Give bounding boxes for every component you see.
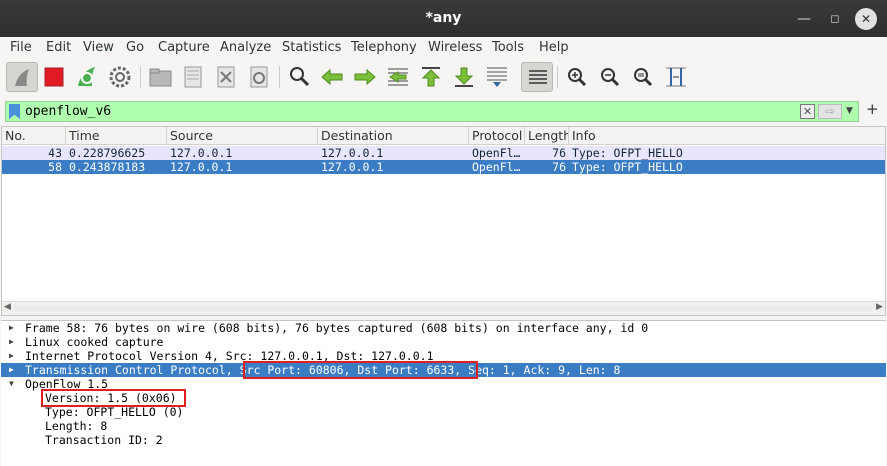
display-filter-input[interactable]: openflow_v6 ✕ ⇨ ▼ [5,101,859,122]
highlight-box-ports [243,361,478,379]
column-header-info[interactable]: Info [569,127,885,145]
toolbar-separator [140,66,141,88]
cell-protocol: OpenFl… [472,146,521,160]
close-icon[interactable]: ✕ [855,8,877,30]
toolbar-separator [557,66,558,88]
expand-arrow-icon[interactable]: ▶ [9,321,14,335]
expand-arrow-icon[interactable]: ▶ [9,363,14,377]
menu-capture[interactable]: Capture [158,40,210,55]
menu-wireless[interactable]: Wireless [428,40,482,55]
find-packet-icon[interactable] [285,63,313,91]
autoscroll-icon[interactable] [483,63,511,91]
clear-filter-icon[interactable]: ✕ [800,104,815,119]
cell-no: 43 [48,146,62,160]
column-header-protocol[interactable]: Protocol [469,127,525,145]
zoom-in-icon[interactable] [563,63,591,91]
cell-time: 0.228796625 [69,146,146,160]
normal-size-icon[interactable] [629,63,657,91]
filter-text[interactable]: openflow_v6 [25,104,111,119]
close-file-icon[interactable] [212,63,240,91]
column-header-length[interactable]: Length [525,127,569,145]
tcp-prefix: Transmission Control Protocol, [25,363,240,377]
cell-destination: 127.0.0.1 [321,160,384,174]
menu-analyze[interactable]: Analyze [220,40,271,55]
table-row-selected[interactable]: 58 0.243878183 127.0.0.1 127.0.0.1 OpenF… [2,160,885,174]
scrollbar-thumb[interactable] [14,305,872,312]
menu-go[interactable]: Go [126,40,144,55]
title-bar: *any — ◻ ✕ [0,0,887,37]
cell-source: 127.0.0.1 [170,146,233,160]
scroll-right-icon[interactable]: ▶ [876,302,883,312]
chevron-down-icon[interactable]: ▼ [846,106,853,116]
main-toolbar [0,58,887,96]
go-forward-icon[interactable] [351,63,379,91]
column-header-time[interactable]: Time [66,127,167,145]
cell-info: Type: OFPT_HELLO [572,160,683,174]
cell-no: 58 [48,160,62,174]
column-header-destination[interactable]: Destination [318,127,469,145]
table-row[interactable]: 43 0.228796625 127.0.0.1 127.0.0.1 OpenF… [2,146,885,160]
menu-telephony[interactable]: Telephony [351,40,417,55]
minimize-icon[interactable]: — [793,8,815,30]
collapse-arrow-icon[interactable]: ▼ [9,377,14,391]
go-to-packet-icon[interactable] [384,63,412,91]
bookmark-icon[interactable] [9,104,20,119]
zoom-out-icon[interactable] [596,63,624,91]
column-header-no[interactable]: No. [2,127,66,145]
packet-list[interactable]: No. Time Source Destination Protocol Len… [1,126,886,316]
tree-item-label: Type: OFPT_HELLO (0) [45,405,184,419]
capture-options-icon[interactable] [106,63,134,91]
apply-filter-icon[interactable]: ⇨ [818,104,842,119]
menu-file[interactable]: File [10,40,32,55]
menu-help[interactable]: Help [539,40,569,55]
go-back-icon[interactable] [318,63,346,91]
go-first-icon[interactable] [417,63,445,91]
cell-source: 127.0.0.1 [170,160,233,174]
tree-item-length[interactable]: Length: 8 [1,419,886,433]
horizontal-scrollbar[interactable]: ◀ ▶ [2,301,885,315]
menu-edit[interactable]: Edit [46,40,71,55]
start-capture-icon[interactable] [6,62,38,92]
highlight-box-version [41,389,186,407]
maximize-icon[interactable]: ◻ [824,8,846,30]
cell-time: 0.243878183 [69,160,146,174]
tree-item-label: Frame 58: 76 bytes on wire (608 bits), 7… [25,321,649,335]
cell-length: 76 [552,160,566,174]
window-title: *any [425,10,462,26]
menu-view[interactable]: View [83,40,114,55]
cell-destination: 127.0.0.1 [321,146,384,160]
save-file-icon[interactable] [179,63,207,91]
cell-length: 76 [552,146,566,160]
restart-capture-icon[interactable] [73,63,101,91]
expand-arrow-icon[interactable]: ▶ [9,349,14,363]
open-file-icon[interactable] [146,63,174,91]
menu-tools[interactable]: Tools [492,40,524,55]
tree-item-label: Linux cooked capture [25,335,164,349]
reload-file-icon[interactable] [245,63,273,91]
tree-item-label: Transaction ID: 2 [45,433,163,447]
tree-item-type[interactable]: Type: OFPT_HELLO (0) [1,405,886,419]
go-last-icon[interactable] [450,63,478,91]
tree-item-label: Length: 8 [45,419,108,433]
display-filter-bar: openflow_v6 ✕ ⇨ ▼ + [0,96,887,126]
tree-item-frame[interactable]: ▶ Frame 58: 76 bytes on wire (608 bits),… [1,321,886,335]
menu-statistics[interactable]: Statistics [282,40,341,55]
stop-capture-icon[interactable] [40,63,68,91]
cell-protocol: OpenFl… [472,160,521,174]
cell-info: Type: OFPT_HELLO [572,146,683,160]
scroll-left-icon[interactable]: ◀ [4,302,11,312]
tcp-suffix: Seq: 1, Ack: 9, Len: 8 [461,363,621,377]
tree-item-xid[interactable]: Transaction ID: 2 [1,433,886,447]
colorize-icon[interactable] [521,62,553,92]
column-header-source[interactable]: Source [167,127,318,145]
packet-details-tree[interactable]: ▶ Frame 58: 76 bytes on wire (608 bits),… [1,320,886,466]
toolbar-separator [279,66,280,88]
tree-item-linux[interactable]: ▶ Linux cooked capture [1,335,886,349]
menu-bar: File Edit View Go Capture Analyze Statis… [0,37,887,58]
resize-columns-icon[interactable] [662,63,690,91]
add-filter-button[interactable]: + [866,100,879,118]
packet-list-header: No. Time Source Destination Protocol Len… [2,127,885,145]
expand-arrow-icon[interactable]: ▶ [9,335,14,349]
